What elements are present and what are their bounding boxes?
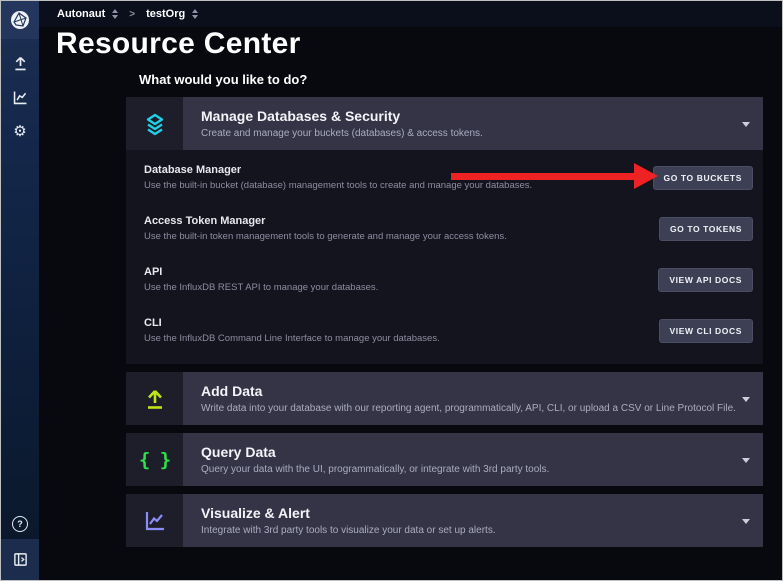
card-query-data: { } Query Data Query your data with the … [126,433,763,486]
card-title: Add Data [201,383,763,399]
upload-icon [142,386,168,412]
resource-cards: Manage Databases & Security Create and m… [126,97,763,547]
toggle-panel-icon[interactable] [1,539,39,580]
org-switcher-icon[interactable] [112,9,118,19]
card-subtitle: Query your data with the UI, programmati… [201,464,763,475]
card-subtitle: Create and manage your buckets (database… [201,128,763,139]
sidebar-nav: ⚙ [1,52,39,142]
row-access-token-manager: Access Token Manager Use the built-in to… [126,203,763,254]
card-title: Visualize & Alert [201,505,763,521]
breadcrumb-org[interactable]: Autonaut [57,8,105,20]
chevron-down-icon[interactable] [742,458,750,463]
chart-icon [142,508,168,534]
page-title: Resource Center [56,27,301,61]
row-desc: Use the InfluxDB REST API to manage your… [144,282,658,293]
card-query-data-header[interactable]: { } Query Data Query your data with the … [126,433,763,486]
help-icon[interactable]: ? [1,516,39,532]
breadcrumb: Autonaut > testOrg [39,1,782,27]
app-window: ⚙ ? Autonaut > testOrg Resource Center W… [0,0,783,581]
card-subtitle: Write data into your database with our r… [201,403,763,414]
card-subtitle: Integrate with 3rd party tools to visual… [201,525,763,536]
view-cli-docs-button[interactable]: VIEW CLI DOCS [659,319,754,343]
upload-data-icon[interactable] [9,52,31,74]
go-to-buckets-button[interactable]: GO TO BUCKETS [653,166,753,190]
row-title: API [144,266,658,278]
view-api-docs-button[interactable]: VIEW API DOCS [658,268,753,292]
chevron-down-icon[interactable] [742,519,750,524]
row-api: API Use the InfluxDB REST API to manage … [126,254,763,305]
card-visualize-alert-header[interactable]: Visualize & Alert Integrate with 3rd par… [126,494,763,547]
page-prompt: What would you like to do? [139,72,307,87]
chevron-down-icon[interactable] [742,122,750,127]
graph-icon[interactable] [9,86,31,108]
layers-icon [142,111,168,137]
row-title: Database Manager [144,164,653,176]
row-desc: Use the built-in bucket (database) manag… [144,180,653,191]
row-desc: Use the built-in token management tools … [144,231,659,242]
row-title: CLI [144,317,659,329]
card-manage-databases-header[interactable]: Manage Databases & Security Create and m… [126,97,763,150]
row-cli: CLI Use the InfluxDB Command Line Interf… [126,305,763,356]
breadcrumb-separator: > [129,9,135,20]
card-add-data: Add Data Write data into your database w… [126,372,763,425]
go-to-tokens-button[interactable]: GO TO TOKENS [659,217,753,241]
card-title: Query Data [201,444,763,460]
row-title: Access Token Manager [144,215,659,227]
card-add-data-header[interactable]: Add Data Write data into your database w… [126,372,763,425]
row-desc: Use the InfluxDB Command Line Interface … [144,333,659,344]
project-switcher-icon[interactable] [192,9,198,19]
row-database-manager: Database Manager Use the built-in bucket… [126,152,763,203]
influxdb-logo-icon [9,9,31,31]
card-manage-databases: Manage Databases & Security Create and m… [126,97,763,364]
card-manage-databases-body: Database Manager Use the built-in bucket… [126,150,763,364]
card-title: Manage Databases & Security [201,108,763,124]
breadcrumb-project[interactable]: testOrg [146,8,185,20]
sidebar: ⚙ ? [1,1,39,580]
influxdb-logo[interactable] [1,1,39,39]
chevron-down-icon[interactable] [742,397,750,402]
braces-icon: { } [139,449,170,471]
card-visualize-alert: Visualize & Alert Integrate with 3rd par… [126,494,763,547]
settings-gear-icon[interactable]: ⚙ [9,120,31,142]
